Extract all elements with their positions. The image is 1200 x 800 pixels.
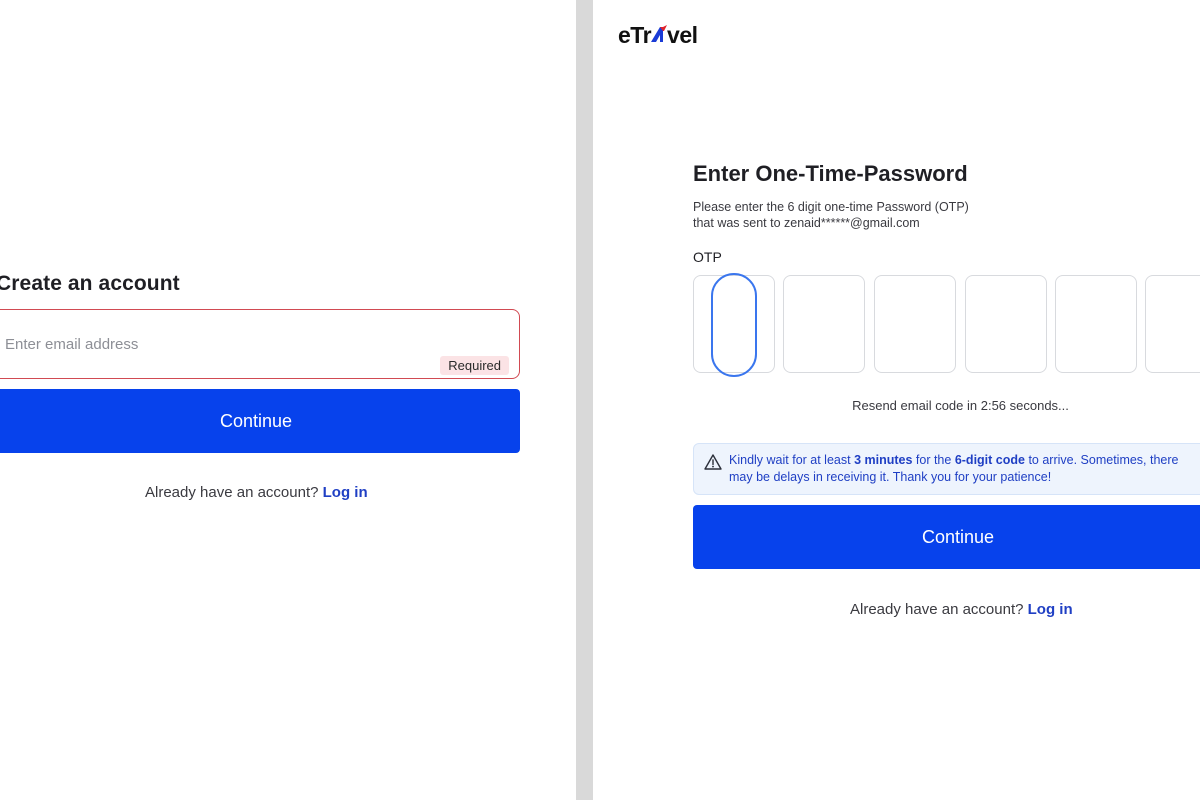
login-link[interactable]: Log in (1028, 601, 1073, 618)
panel-divider (576, 0, 593, 800)
warning-triangle-icon (704, 454, 722, 470)
otp-digit-box[interactable] (693, 273, 775, 377)
login-prompt-text: Already have an account? (145, 484, 319, 501)
create-account-panel: Create an account Required Continue Alre… (0, 0, 576, 800)
login-link[interactable]: Log in (323, 484, 368, 501)
resend-timer: Resend email code in 2:56 seconds... (852, 398, 1069, 413)
otp-description-line: that was sent to zenaid******@gmail.com (693, 216, 920, 230)
otp-title: Enter One-Time-Password (693, 161, 968, 186)
otp-input-group (693, 273, 1200, 377)
focus-indicator (711, 273, 757, 377)
email-input[interactable] (5, 332, 425, 356)
otp-digit-box[interactable] (1055, 275, 1137, 373)
login-prompt-text: Already have an account? (850, 601, 1024, 618)
otp-digit-box[interactable] (965, 275, 1047, 373)
login-prompt: Already have an account? Log in (145, 484, 368, 501)
page-title: Create an account (0, 272, 180, 295)
otp-label: OTP (693, 249, 722, 265)
otp-description: Please enter the 6 digit one-time Passwo… (693, 199, 1053, 231)
otp-digit-box[interactable] (1145, 275, 1200, 373)
logo-text-suffix: vel (667, 22, 698, 48)
logo-a-icon (651, 25, 668, 42)
continue-button[interactable]: Continue (693, 505, 1200, 569)
login-prompt: Already have an account? Log in (850, 601, 1073, 618)
otp-panel: eTr vel Enter One-Time-Password Please e… (593, 0, 1200, 800)
notice-text: Kindly wait for at least 3 minutes for t… (729, 453, 1179, 484)
email-field[interactable]: Required (0, 309, 520, 379)
logo-text-prefix: eTr (618, 22, 652, 48)
required-badge: Required (440, 356, 509, 375)
continue-button[interactable]: Continue (0, 389, 520, 453)
info-notice: Kindly wait for at least 3 minutes for t… (693, 443, 1200, 495)
otp-description-line: Please enter the 6 digit one-time Passwo… (693, 200, 969, 214)
etravel-logo: eTr vel (618, 22, 698, 49)
otp-digit-box[interactable] (874, 275, 956, 373)
otp-digit-box[interactable] (783, 275, 865, 373)
